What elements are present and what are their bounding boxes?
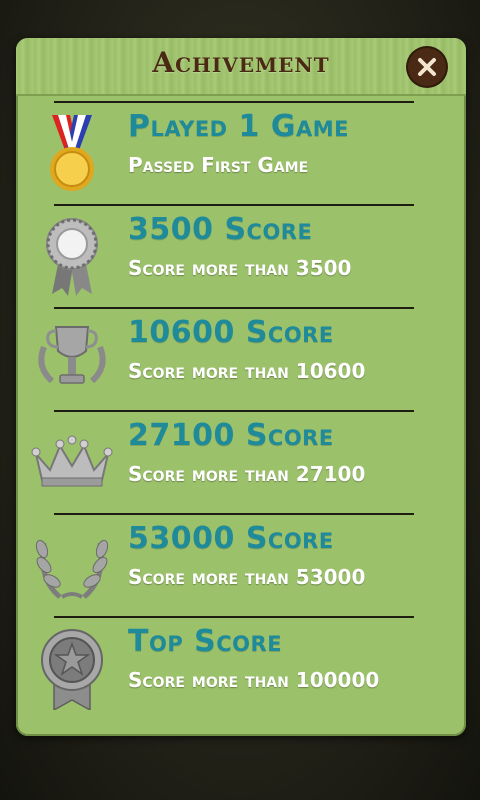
achievement-description: Score more than 3500 [128, 256, 352, 280]
achievement-description: Score more than 100000 [128, 668, 380, 692]
achievement-title: 53000 Score [128, 521, 334, 556]
achievement-item: Top Score Score more than 100000 [16, 616, 466, 719]
close-button[interactable] [408, 48, 446, 86]
divider [54, 616, 414, 618]
dialog-title: Achivement [152, 46, 330, 79]
dialog-header: Achivement [16, 38, 466, 96]
divider [54, 204, 414, 206]
achievement-title: 10600 Score [128, 315, 334, 350]
achievement-description: Score more than 53000 [128, 565, 366, 589]
trophy-icon [30, 311, 114, 407]
achievement-item: 27100 Score Score more than 27100 [16, 410, 466, 513]
rosette-icon [30, 208, 114, 304]
achievement-title: Played 1 Game [128, 109, 349, 144]
close-icon [418, 58, 436, 76]
gold-medal-icon [30, 105, 114, 201]
laurel-wreath-icon [30, 517, 114, 613]
divider [54, 101, 414, 103]
achievement-item: 3500 Score Score more than 3500 [16, 204, 466, 307]
achievement-description: Score more than 27100 [128, 462, 366, 486]
achievement-description: Passed First Game [128, 153, 309, 177]
divider [54, 410, 414, 412]
achievement-title: 27100 Score [128, 418, 334, 453]
achievement-item: 10600 Score Score more than 10600 [16, 307, 466, 410]
achievement-list: Played 1 Game Passed First Game 3500 Sco… [16, 101, 466, 719]
star-badge-icon [30, 620, 114, 716]
achievement-title: 3500 Score [128, 212, 313, 247]
divider [54, 307, 414, 309]
achievement-title: Top Score [128, 624, 283, 659]
achievement-description: Score more than 10600 [128, 359, 366, 383]
divider [54, 513, 414, 515]
crown-icon [30, 414, 114, 510]
achievement-dialog: Achivement Played 1 Game Passed First Ga… [16, 38, 466, 736]
achievement-item: Played 1 Game Passed First Game [16, 101, 466, 204]
achievement-item: 53000 Score Score more than 53000 [16, 513, 466, 616]
